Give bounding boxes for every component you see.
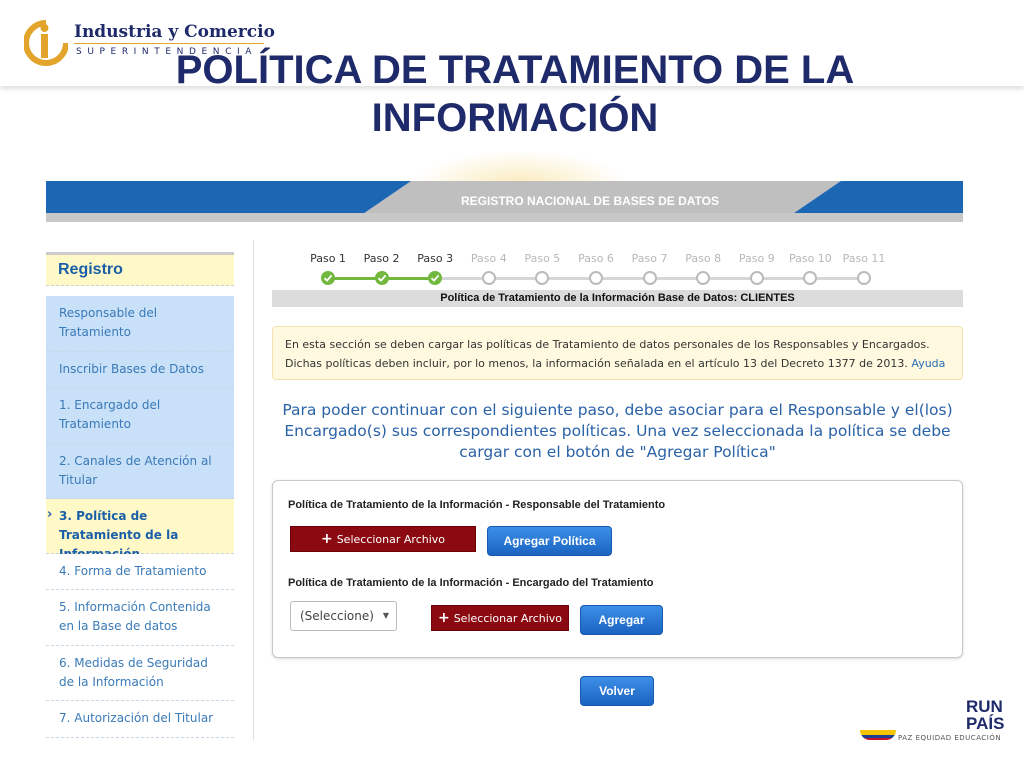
step-connector [649,277,704,280]
dropdown-caret-icon: ▼ [382,611,389,620]
step-pending-icon [589,271,603,285]
step-connector [435,277,489,280]
step-pending-icon [696,271,711,285]
sidebar-divider [253,240,254,740]
step-connector [703,277,757,280]
responsable-label: Política de Tratamiento de la Informació… [288,499,666,511]
sidebar-item-label: 7. Autorización del Titular [59,711,214,725]
footer-logo: RUN PAÍS PAZ EQUIDAD EDUCACIÓN [860,698,1010,748]
info-line-2: Dichas políticas deben incluir, por lo m… [285,357,946,370]
step-label: Paso 1 [310,252,346,265]
sidebar-item-medidas[interactable]: 6. Medidas de Seguridad de la Informació… [46,646,234,701]
step-pending-icon [803,271,818,285]
info-notice: En esta sección se deben cargar las polí… [272,326,963,380]
help-link[interactable]: Ayuda [911,357,945,370]
add-button[interactable]: Agregar [580,605,663,635]
checkmark-icon [431,274,440,282]
step-progress: Paso 1 Paso 2 Paso 3 Paso 4 Paso 5 Paso 6 Paso… [296,248,916,288]
step-connector [810,277,864,280]
step-label: Paso 2 [363,252,400,265]
step-label: Paso 8 [685,252,722,265]
step-complete-icon [374,271,389,285]
colombia-flag-icon [860,730,896,740]
step-connector [542,277,596,280]
add-policy-button[interactable]: Agregar Política [487,526,612,556]
step-label: Paso 11 [842,252,886,265]
sidebar-item-autorizacion[interactable]: 7. Autorización del Titular [46,701,234,738]
sidebar-item-label: 5. Información Contenida en la Base de d… [59,600,211,633]
sidebar-item-encargado[interactable]: 1. Encargado del Tratamiento [46,388,234,444]
step-pending-icon [749,271,764,285]
sidebar-item-responsable[interactable]: Responsable del Tratamiento [46,296,234,352]
step-label: Paso 4 [470,252,507,265]
select-file-button-responsable[interactable]: + Seleccionar Archivo [290,526,476,552]
logo-title: Industria y Comercio [74,22,275,42]
sidebar-item-politica[interactable]: 3. Política de Tratamiento de la Informa… [46,499,234,561]
web-banner-strip [46,213,963,222]
sidebar-item-inscribir[interactable]: Inscribir Bases de Datos [46,352,234,388]
plus-icon: + [320,531,333,547]
sidebar-item-label: 1. Encargado del Tratamiento [59,398,161,431]
checkmark-icon [377,274,386,282]
step-pending-icon [857,271,871,285]
back-button[interactable]: Volver [580,676,654,706]
policy-upload-panel: Política de Tratamiento de la Informació… [272,480,963,658]
step-connector [381,277,436,280]
step-label: Paso 6 [578,252,614,265]
logo-divider [74,43,264,44]
step-label: Paso 9 [738,252,775,265]
step-pending-icon [642,271,657,285]
step-pending-icon [535,271,550,285]
slide: Industria y Comercio SUPERINTENDENCIA PO… [0,0,1024,768]
plus-icon: + [437,610,450,626]
step-connector [488,277,543,280]
sidebar-item-canales[interactable]: 2. Canales de Atención al Titular [46,444,234,499]
sidebar-item-label: 4. Forma de Tratamiento [59,564,207,578]
sidebar-heading-label: Registro [58,261,123,278]
sidebar-item-label: 2. Canales de Atención al Titular [59,454,212,487]
step-label: Paso 7 [631,252,668,265]
info-line-1: En esta sección se deben cargar las polí… [285,338,930,351]
sidebar-item-label: Responsable del Tratamiento [59,306,158,339]
banner-title: REGISTRO NACIONAL DE BASES DE DATOS [460,194,720,208]
step-connector [596,277,650,280]
step-label: Paso 5 [524,252,561,265]
footer-logo-text: RUN PAÍS [966,697,1005,733]
step-connector [756,277,811,280]
sidebar-item-informacion[interactable]: 5. Información Contenida en la Base de d… [46,590,234,646]
step-label: Paso 3 [417,252,454,265]
checkmark-icon [323,274,333,282]
step-label: Paso 10 [788,252,832,265]
sidebar-item-label: 6. Medidas de Seguridad de la Informació… [59,656,208,689]
step-complete-icon [321,271,335,285]
sidebar: Registro Responsable del Tratamiento Ins… [46,252,234,740]
step-pending-icon [481,271,496,285]
sidebar-item-forma[interactable]: 4. Forma de Tratamiento [46,554,234,590]
step-connector [328,277,382,280]
sidebar-item-label: Inscribir Bases de Datos [59,362,204,376]
encargado-select[interactable]: (Seleccione) ▼ [290,601,397,631]
footer-tagline: PAZ EQUIDAD EDUCACIÓN [898,734,1002,742]
slide-title: POLÍTICA DE TRATAMIENTO DE LA INFORMACIÓ… [175,48,855,140]
step-complete-icon [428,271,443,285]
select-file-button-encargado[interactable]: + Seleccionar Archivo [431,605,569,631]
form-title: Política de Tratamiento de la Informació… [272,290,963,307]
sidebar-heading: Registro [46,252,234,286]
encargado-label: Política de Tratamiento de la Informació… [288,577,654,589]
instructions: Para poder continuar con el siguiente pa… [282,401,953,461]
